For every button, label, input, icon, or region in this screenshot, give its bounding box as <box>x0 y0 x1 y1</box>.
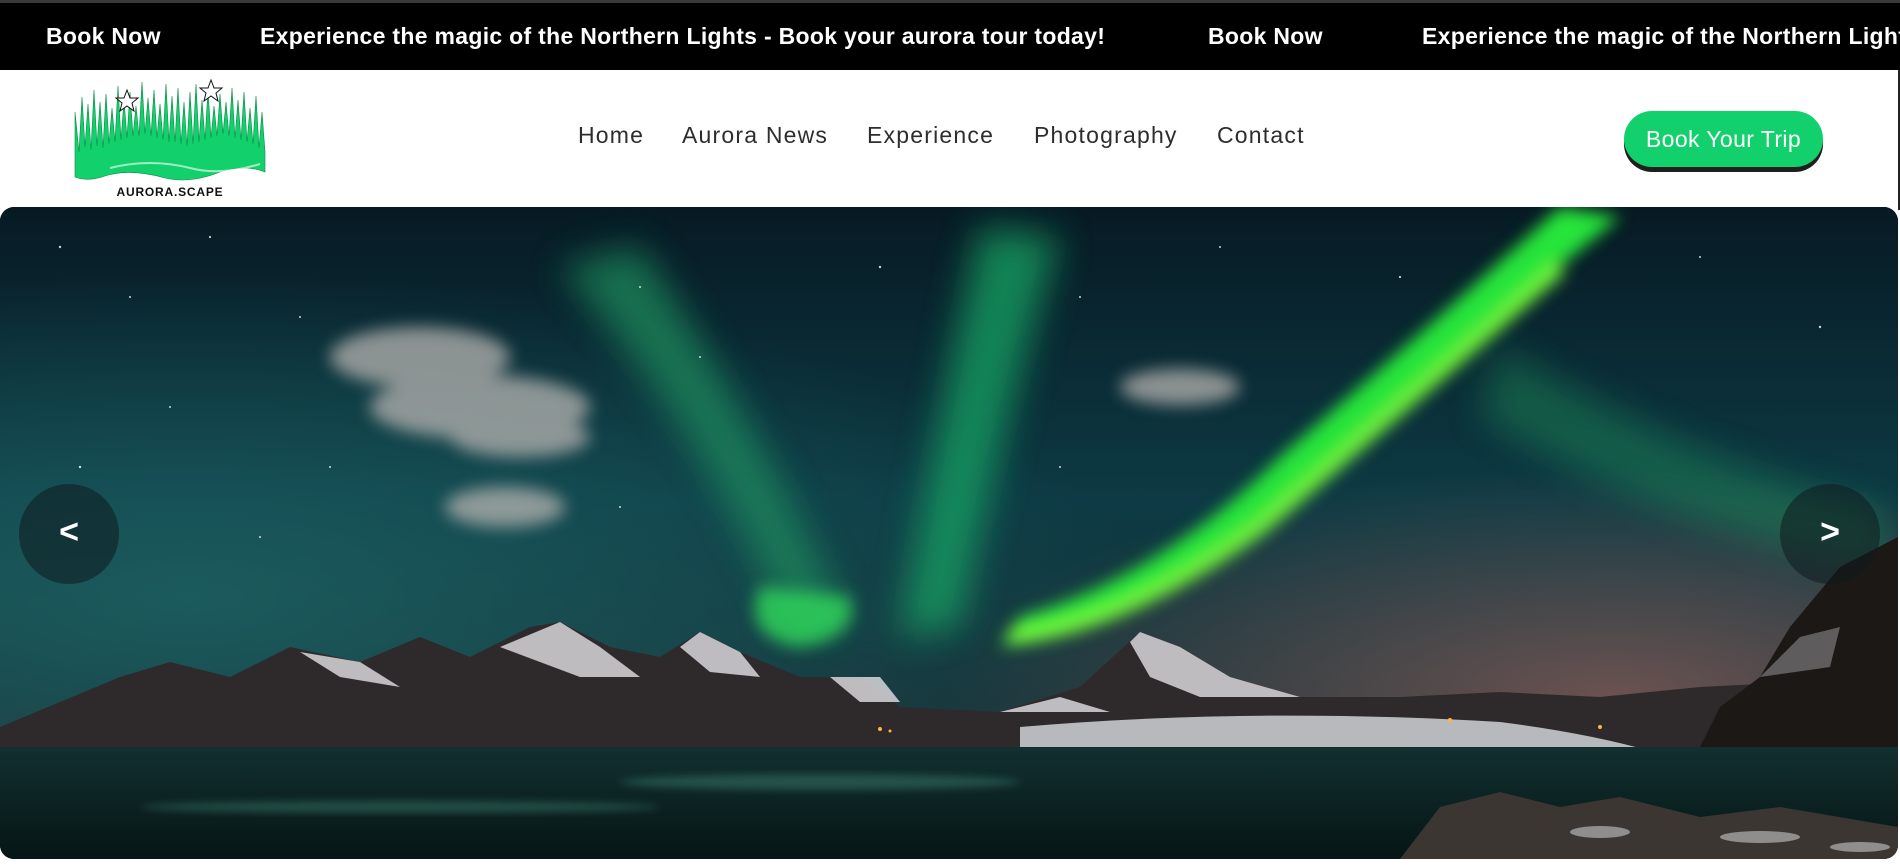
site-header: AURORA.SCAPE Home Aurora News Experience… <box>0 70 1900 207</box>
brand-logo[interactable]: AURORA.SCAPE <box>70 72 270 202</box>
logo-wordmark: AURORA.SCAPE <box>116 185 224 199</box>
ticker-promo-text: Experience the magic of the Northern Lig… <box>1422 23 1900 49</box>
book-your-trip-button[interactable]: Book Your Trip <box>1624 111 1823 167</box>
nav-item-home[interactable]: Home <box>578 122 644 149</box>
nav-item-experience[interactable]: Experience <box>867 122 994 149</box>
slider-prev-button[interactable]: < <box>19 484 119 584</box>
ticker-book-now-link[interactable]: Book Now <box>46 3 161 70</box>
nav-item-aurora-news[interactable]: Aurora News <box>682 122 828 149</box>
slider-next-button[interactable]: > <box>1780 484 1880 584</box>
announcement-ticker: Book Now Experience the magic of the Nor… <box>0 0 1900 70</box>
nav-item-contact[interactable]: Contact <box>1217 122 1305 149</box>
aurora-landscape-image <box>0 207 1898 859</box>
ticker-book-now-link[interactable]: Book Now <box>1208 3 1323 70</box>
nav-item-photography[interactable]: Photography <box>1034 122 1178 149</box>
hero-slider: < > <box>0 207 1898 859</box>
aurora-logo-icon <box>74 78 266 181</box>
ticker-promo-text: Experience the magic of the Northern Lig… <box>260 23 1106 49</box>
